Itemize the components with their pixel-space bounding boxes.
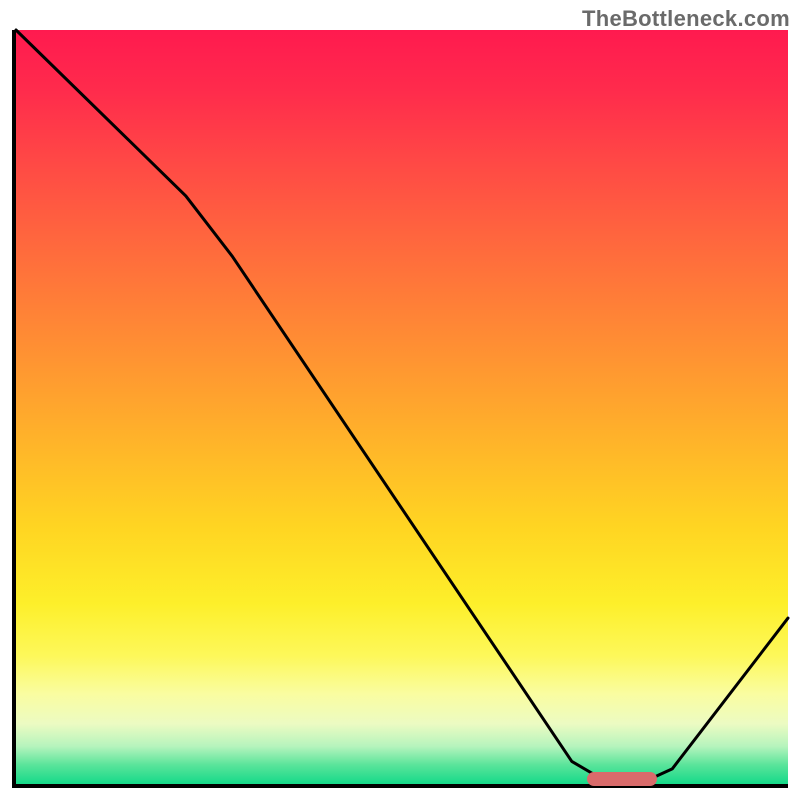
plot-area [12, 30, 788, 788]
bottleneck-curve [16, 30, 788, 784]
watermark-text: TheBottleneck.com [582, 6, 790, 32]
optimal-range-marker [587, 772, 656, 786]
chart-container: TheBottleneck.com [0, 0, 800, 800]
